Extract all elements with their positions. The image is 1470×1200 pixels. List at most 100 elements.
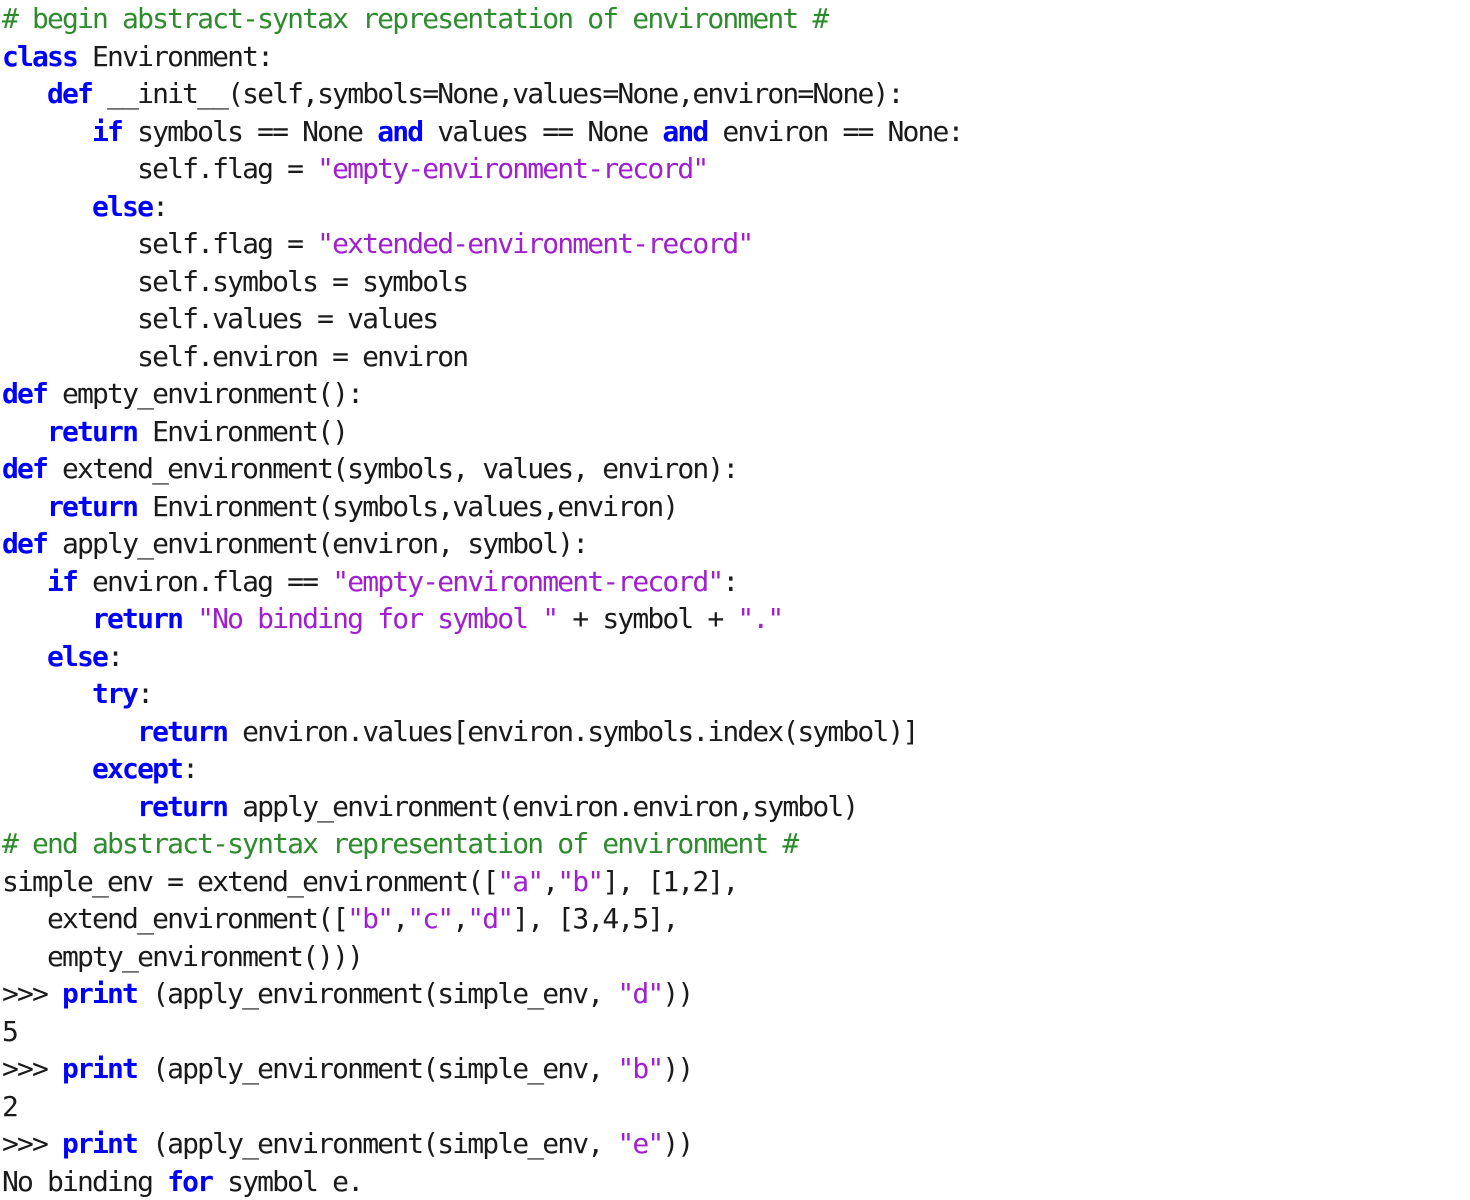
code-token-str: "c" — [407, 902, 452, 935]
code-token-kw: and — [377, 115, 422, 148]
code-token-plain — [2, 677, 92, 710]
code-token-str: "." — [737, 602, 782, 635]
code-token-plain — [2, 640, 47, 673]
code-token-plain: No binding — [2, 1165, 167, 1198]
code-line: def extend_environment(symbols, values, … — [0, 450, 1470, 488]
code-token-plain: ], [1,2], — [602, 865, 737, 898]
code-line: self.environ = environ — [0, 338, 1470, 376]
code-listing[interactable]: # begin abstract-syntax representation o… — [0, 0, 1470, 1200]
code-token-str: "No binding for symbol " — [197, 602, 557, 635]
code-line: >>> print (apply_environment(simple_env,… — [0, 1050, 1470, 1088]
code-token-plain — [182, 602, 197, 635]
code-line: >>> print (apply_environment(simple_env,… — [0, 975, 1470, 1013]
code-token-plain: extend_environment(symbols, values, envi… — [47, 452, 737, 485]
code-token-kw: def — [2, 377, 47, 410]
code-token-plain — [2, 77, 47, 110]
code-token-plain: : — [107, 640, 122, 673]
code-line: class Environment: — [0, 38, 1470, 76]
code-token-kw: else — [47, 640, 107, 673]
code-token-plain: values == None — [422, 115, 662, 148]
code-token-plain — [2, 602, 92, 635]
code-token-plain: (apply_environment(simple_env, — [137, 1052, 617, 1085]
code-token-plain — [2, 790, 137, 823]
code-line: else: — [0, 638, 1470, 676]
code-token-kw: print — [62, 1052, 137, 1085]
code-token-plain: environ.flag == — [77, 565, 332, 598]
code-line: extend_environment(["b","c","d"], [3,4,5… — [0, 900, 1470, 938]
code-line: # begin abstract-syntax representation o… — [0, 0, 1470, 38]
code-line: return Environment(symbols,values,enviro… — [0, 488, 1470, 526]
code-token-kw: def — [2, 527, 47, 560]
code-line: self.flag = "empty-environment-record" — [0, 150, 1470, 188]
code-line: return apply_environment(environ.environ… — [0, 788, 1470, 826]
code-token-kw: return — [47, 490, 137, 523]
code-line: return "No binding for symbol " + symbol… — [0, 600, 1470, 638]
code-line: self.flag = "extended-environment-record… — [0, 225, 1470, 263]
code-line: # end abstract-syntax representation of … — [0, 825, 1470, 863]
code-token-kw: try — [92, 677, 137, 710]
code-token-plain: 5 — [2, 1015, 17, 1048]
code-token-plain: 2 — [2, 1090, 17, 1123]
code-token-kw: print — [62, 1127, 137, 1160]
code-line: if symbols == None and values == None an… — [0, 113, 1470, 151]
code-line: def empty_environment(): — [0, 375, 1470, 413]
code-token-str: "b" — [617, 1052, 662, 1085]
code-token-plain: (apply_environment(simple_env, — [137, 977, 617, 1010]
code-token-plain: self.values = values — [2, 302, 437, 335]
code-token-plain: environ.values[environ.symbols.index(sym… — [227, 715, 917, 748]
code-token-plain: Environment(symbols,values,environ) — [137, 490, 677, 523]
code-token-str: "b" — [557, 865, 602, 898]
code-token-kw: def — [47, 77, 92, 110]
code-token-plain: extend_environment([ — [2, 902, 347, 935]
code-token-str: "d" — [467, 902, 512, 935]
code-token-plain — [2, 565, 47, 598]
code-token-plain: : — [137, 677, 152, 710]
code-line: empty_environment())) — [0, 938, 1470, 976]
code-token-kw: except — [92, 752, 182, 785]
code-token-kw: for — [167, 1165, 212, 1198]
code-token-plain — [2, 752, 92, 785]
code-token-kw: return — [47, 415, 137, 448]
code-line: else: — [0, 188, 1470, 226]
code-token-plain: )) — [662, 1052, 692, 1085]
code-line: return Environment() — [0, 413, 1470, 451]
code-token-plain: (apply_environment(simple_env, — [137, 1127, 617, 1160]
code-line: simple_env = extend_environment(["a","b"… — [0, 863, 1470, 901]
code-token-plain: + symbol + — [557, 602, 737, 635]
code-token-kw: return — [137, 790, 227, 823]
code-token-plain: apply_environment(environ.environ,symbol… — [227, 790, 857, 823]
code-token-str: "e" — [617, 1127, 662, 1160]
code-token-kw: if — [92, 115, 122, 148]
code-token-plain: self.flag = — [2, 152, 317, 185]
code-token-plain: : — [152, 190, 167, 223]
code-token-plain: >>> — [2, 1127, 62, 1160]
code-line: return environ.values[environ.symbols.in… — [0, 713, 1470, 751]
code-token-str: "d" — [617, 977, 662, 1010]
code-token-plain: __init__(self,symbols=None,values=None,e… — [92, 77, 902, 110]
code-line: except: — [0, 750, 1470, 788]
code-token-plain: >>> — [2, 1052, 62, 1085]
code-token-kw: return — [92, 602, 182, 635]
code-line: 5 — [0, 1013, 1470, 1051]
code-token-plain: simple_env = extend_environment([ — [2, 865, 497, 898]
code-token-str: "empty-environment-record" — [332, 565, 722, 598]
code-line: try: — [0, 675, 1470, 713]
code-token-plain: symbols == None — [122, 115, 377, 148]
code-token-kw: class — [2, 40, 77, 73]
code-token-plain: self.environ = environ — [2, 340, 467, 373]
code-token-kw: return — [137, 715, 227, 748]
code-token-plain — [2, 190, 92, 223]
code-token-plain: ], [3,4,5], — [512, 902, 677, 935]
code-token-plain — [2, 490, 47, 523]
code-token-plain: , — [392, 902, 407, 935]
code-token-kw: else — [92, 190, 152, 223]
code-token-plain: Environment: — [77, 40, 272, 73]
code-token-plain: >>> — [2, 977, 62, 1010]
code-token-kw: if — [47, 565, 77, 598]
code-token-plain: symbol e. — [212, 1165, 362, 1198]
code-line: self.values = values — [0, 300, 1470, 338]
code-token-kw: and — [662, 115, 707, 148]
code-token-plain: , — [452, 902, 467, 935]
code-token-plain: empty_environment())) — [2, 940, 362, 973]
code-token-cmt: # end abstract-syntax representation of … — [2, 827, 797, 860]
